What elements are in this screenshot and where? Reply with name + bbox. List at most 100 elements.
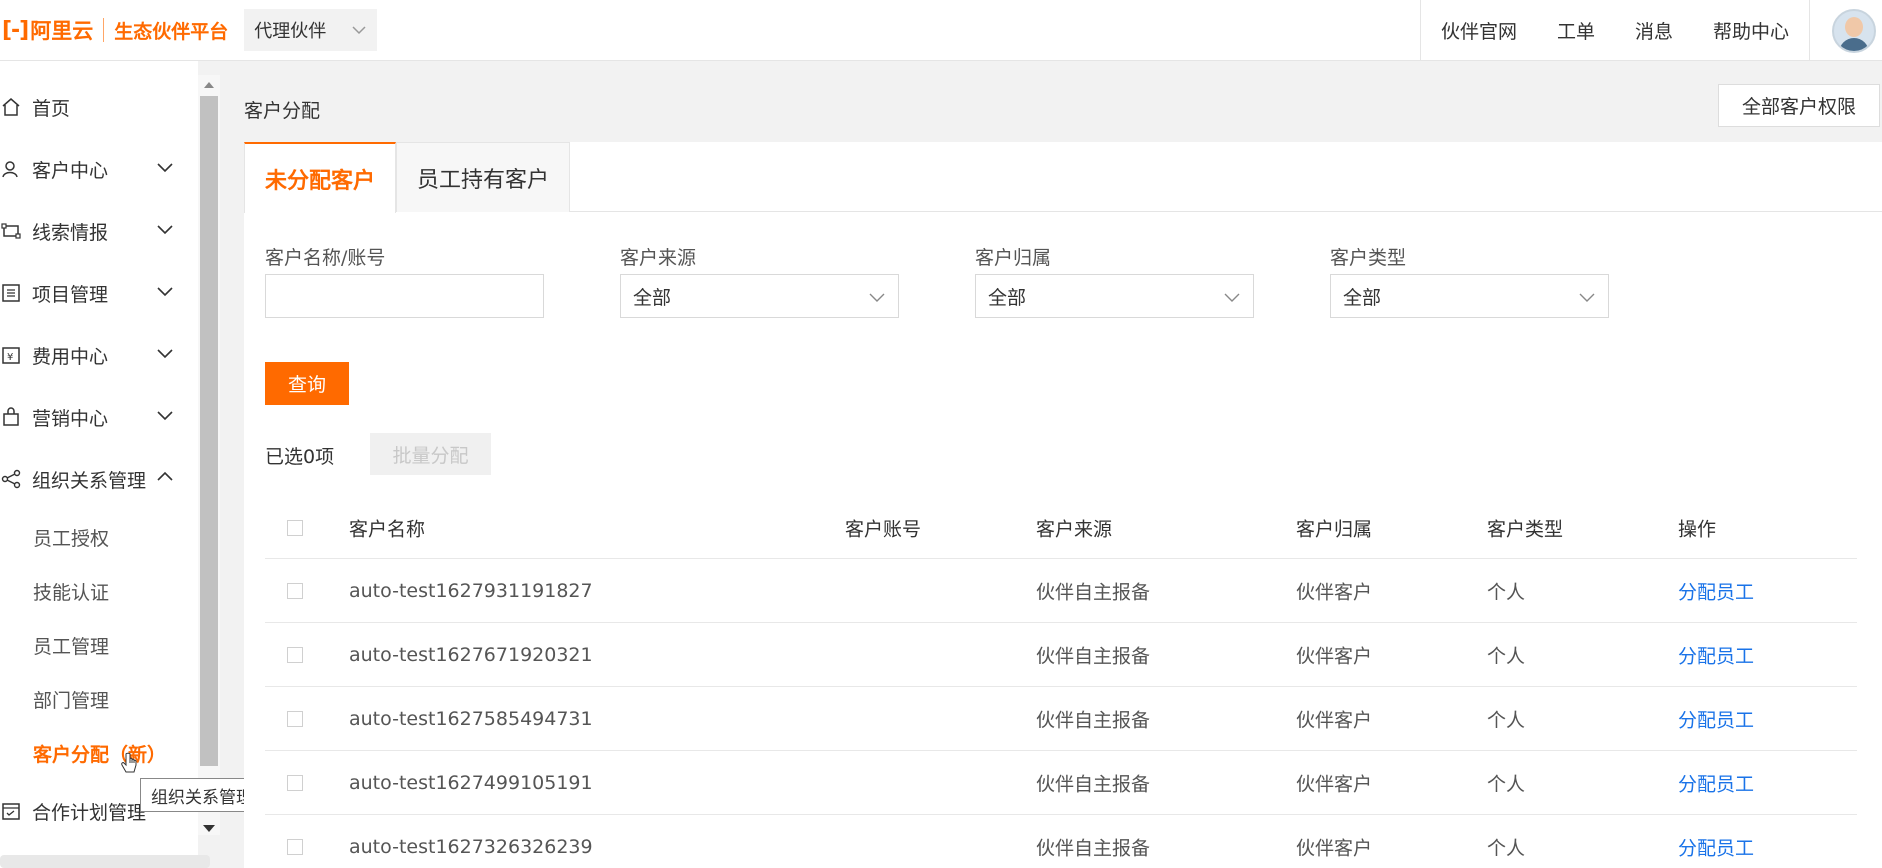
sidebar-item-label: 组织关系管理 [32,469,147,492]
content-card: 未分配客户 员工持有客户 客户名称/账号 客户来源 全部 客户归属 全部 客户类… [244,142,1882,868]
sidebar-item-customer-center[interactable]: 客户中心 [0,149,190,189]
marketing-icon [0,406,22,428]
assign-employee-link[interactable]: 分配员工 [1678,705,1754,732]
chevron-down-icon [157,349,173,359]
tab-bar: 未分配客户 员工持有客户 [244,142,1882,213]
top-right-links: 伙伴官网 工单 消息 帮助中心 [1419,0,1882,61]
horizontal-scrollbar[interactable] [0,855,210,868]
select-all-checkbox[interactable] [287,519,303,536]
messages-link[interactable]: 消息 [1615,17,1693,44]
customer-type-value: 全部 [1343,286,1382,309]
table-header: 客户名称 客户账号 客户来源 客户归属 客户类型 操作 [265,497,1857,559]
role-select[interactable]: 代理伙伴 [244,9,378,51]
customer-belong-label: 客户归属 [975,247,1052,269]
sidebar-item-marketing[interactable]: 营销中心 [0,397,190,437]
table-row: auto-test1627585494731 伙伴自主报备 伙伴客户 个人 分配… [265,687,1857,751]
chevron-down-icon [157,163,173,173]
page-header: 客户分配 全部客户权限 [230,80,1882,130]
cell-customer-source: 伙伴自主报备 [1036,645,1151,667]
page-title: 客户分配 [244,100,321,122]
customer-source-label: 客户来源 [620,247,697,269]
assign-employee-link[interactable]: 分配员工 [1678,833,1754,860]
cell-customer-type: 个人 [1487,581,1526,603]
help-center-link[interactable]: 帮助中心 [1693,17,1809,44]
batch-assign-button[interactable]: 批量分配 [370,433,491,475]
all-customer-permission-button[interactable]: 全部客户权限 [1718,84,1880,127]
customer-source-select[interactable]: 全部 [620,274,899,318]
ticket-link[interactable]: 工单 [1537,17,1615,44]
divider [1809,0,1810,61]
cell-customer-belong: 伙伴客户 [1296,581,1373,603]
sidebar-item-org[interactable]: 组织关系管理 [0,459,190,499]
header-operation: 操作 [1678,518,1717,540]
scroll-down-arrow-icon[interactable] [201,820,217,836]
header-customer-source: 客户来源 [1036,518,1113,540]
chevron-down-icon [1224,293,1240,302]
sidebar-item-leads[interactable]: 线索情报 [0,211,190,251]
customer-belong-select[interactable]: 全部 [975,274,1254,318]
chevron-down-icon [1579,293,1595,302]
header-customer-belong: 客户归属 [1296,518,1373,540]
chevron-down-icon [869,293,885,302]
row-checkbox[interactable] [287,774,303,791]
cell-customer-belong: 伙伴客户 [1296,645,1373,667]
sidebar-item-label: 合作计划管理 [32,801,147,824]
sidebar-item-label: 营销中心 [32,407,109,430]
cell-customer-source: 伙伴自主报备 [1036,773,1151,795]
logo-separator [103,18,105,42]
org-icon [0,468,22,490]
role-select-value: 代理伙伴 [254,21,327,42]
sidebar-subitem-skill-cert[interactable]: 技能认证 [33,578,109,605]
row-checkbox[interactable] [287,646,303,663]
leads-icon [0,220,22,242]
sidebar-subitem-employee-auth[interactable]: 员工授权 [33,524,109,551]
row-checkbox[interactable] [287,582,303,599]
customer-name-input[interactable] [265,274,544,318]
assign-employee-link[interactable]: 分配员工 [1678,577,1754,604]
sidebar-item-home[interactable]: 首页 [0,87,190,127]
customer-type-select[interactable]: 全部 [1330,274,1609,318]
query-button[interactable]: 查询 [265,362,349,405]
cell-customer-belong: 伙伴客户 [1296,773,1373,795]
sidebar-subitem-department-mgmt[interactable]: 部门管理 [33,686,109,713]
sidebar-item-project[interactable]: 项目管理 [0,273,190,313]
tab-unassigned-customers[interactable]: 未分配客户 [244,142,396,213]
assign-employee-link[interactable]: 分配员工 [1678,641,1754,668]
header-customer-type: 客户类型 [1487,518,1564,540]
chevron-down-icon [157,225,173,235]
assign-employee-link[interactable]: 分配员工 [1678,769,1754,796]
tab-employee-customers[interactable]: 员工持有客户 [396,142,570,212]
svg-text:¥: ¥ [7,352,13,363]
cell-customer-type: 个人 [1487,709,1526,731]
customer-type-label: 客户类型 [1330,247,1407,269]
partner-website-link[interactable]: 伙伴官网 [1421,17,1537,44]
sidebar-item-label: 项目管理 [32,283,109,306]
sidebar-subitem-customer-assign[interactable]: 客户分配（新） [33,740,166,767]
logo-mark: [-] [2,17,29,43]
aliyun-logo[interactable]: [-] 阿里云 生态伙伴平台 [0,0,228,61]
cell-customer-type: 个人 [1487,773,1526,795]
cell-customer-type: 个人 [1487,837,1526,859]
sidebar-scrollbar-thumb[interactable] [200,96,218,766]
cell-customer-belong: 伙伴客户 [1296,837,1373,859]
cell-customer-name: auto-test1627671920321 [349,643,593,666]
top-navigation-bar: [-] 阿里云 生态伙伴平台 代理伙伴 伙伴官网 工单 消息 帮助中心 [0,0,1882,61]
sidebar: 首页 客户中心 线索情报 项目管理 ¥ 费用中心 营销中心 组织关系管理 员工授… [0,61,198,868]
sidebar-item-label: 首页 [32,97,71,120]
avatar[interactable] [1832,8,1876,53]
table-row: auto-test1627931191827 伙伴自主报备 伙伴客户 个人 分配… [265,559,1857,623]
cell-customer-source: 伙伴自主报备 [1036,837,1151,859]
row-checkbox[interactable] [287,710,303,727]
sidebar-subitem-employee-mgmt[interactable]: 员工管理 [33,632,109,659]
sidebar-item-fee[interactable]: ¥ 费用中心 [0,335,190,375]
header-customer-name: 客户名称 [349,518,426,540]
row-checkbox[interactable] [287,838,303,855]
table-row: auto-test1627671920321 伙伴自主报备 伙伴客户 个人 分配… [265,623,1857,687]
cell-customer-name: auto-test1627931191827 [349,579,593,602]
plan-icon [0,800,22,822]
cell-customer-source: 伙伴自主报备 [1036,709,1151,731]
home-icon [0,96,22,118]
cell-customer-name: auto-test1627326326239 [349,835,593,858]
project-icon [0,282,22,304]
scroll-up-arrow-icon[interactable] [202,78,216,92]
